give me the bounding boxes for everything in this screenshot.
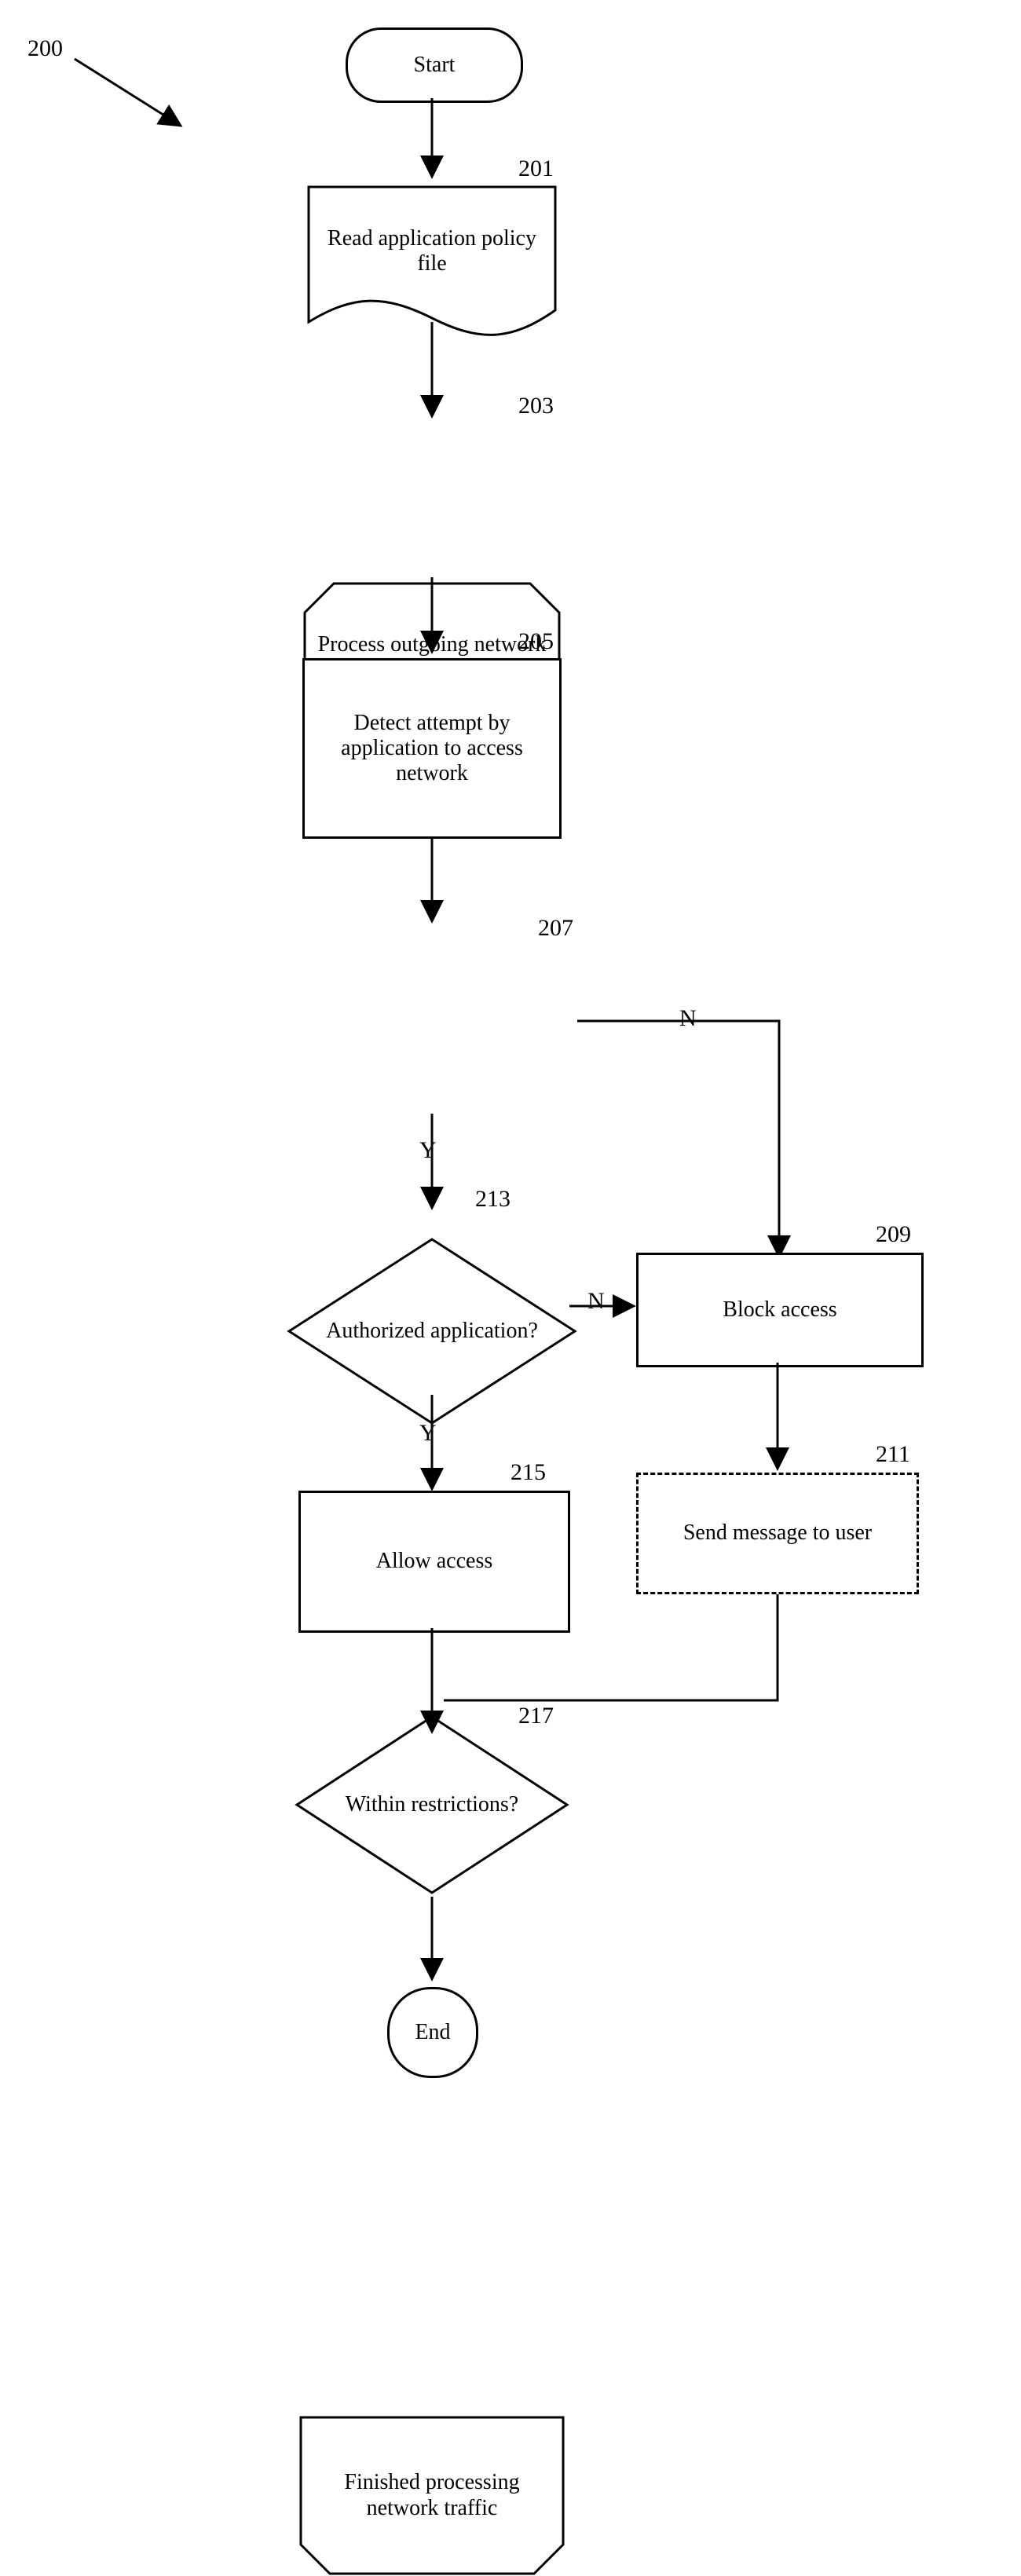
edge-read-proc — [419, 322, 445, 428]
ref-201: 201 — [518, 156, 554, 182]
node-finish-label: Finished processing network traffic — [298, 2415, 565, 2576]
edge-finish-end — [419, 1897, 445, 1991]
edge-join-finish — [419, 1696, 445, 1744]
edge-start-read — [419, 98, 445, 188]
edge-send-join — [428, 1594, 789, 1708]
node-send: Send message to user — [636, 1473, 919, 1594]
node-read-label: Read application policy file — [306, 185, 558, 318]
ref-217: 217 — [518, 1703, 554, 1729]
edge-proc-detect — [419, 577, 445, 664]
ref-203: 203 — [518, 393, 554, 419]
node-start-label: Start — [414, 53, 456, 78]
edge-auth-block — [575, 1017, 826, 1268]
node-allow-label: Allow access — [376, 1549, 493, 1574]
edge-within-block — [567, 1293, 646, 1319]
node-send-label: Send message to user — [683, 1520, 872, 1546]
ref-211: 211 — [876, 1441, 910, 1468]
node-end: End — [387, 1987, 478, 2078]
ref-205: 205 — [518, 628, 554, 655]
edge-within-allow — [419, 1395, 445, 1501]
edge-auth-within — [419, 1114, 445, 1220]
node-detect: Detect attempt by application to access … — [302, 658, 562, 839]
diagram-reference: 200 — [27, 35, 63, 62]
ref-215: 215 — [510, 1459, 546, 1486]
node-block-label: Block access — [723, 1297, 836, 1323]
node-start: Start — [346, 27, 523, 103]
edge-block-send — [765, 1363, 790, 1480]
node-end-label: End — [415, 2020, 450, 2045]
node-finish: Finished processing network traffic — [298, 2415, 565, 2576]
edge-detect-auth — [419, 839, 445, 933]
node-detect-label: Detect attempt by application to access … — [316, 711, 548, 787]
ref-209: 209 — [876, 1221, 911, 1248]
ref-213: 213 — [475, 1186, 510, 1213]
ref-207: 207 — [538, 915, 573, 942]
node-read: Read application policy file — [306, 185, 558, 342]
node-block: Block access — [636, 1253, 924, 1367]
arrow-200 — [71, 55, 196, 141]
